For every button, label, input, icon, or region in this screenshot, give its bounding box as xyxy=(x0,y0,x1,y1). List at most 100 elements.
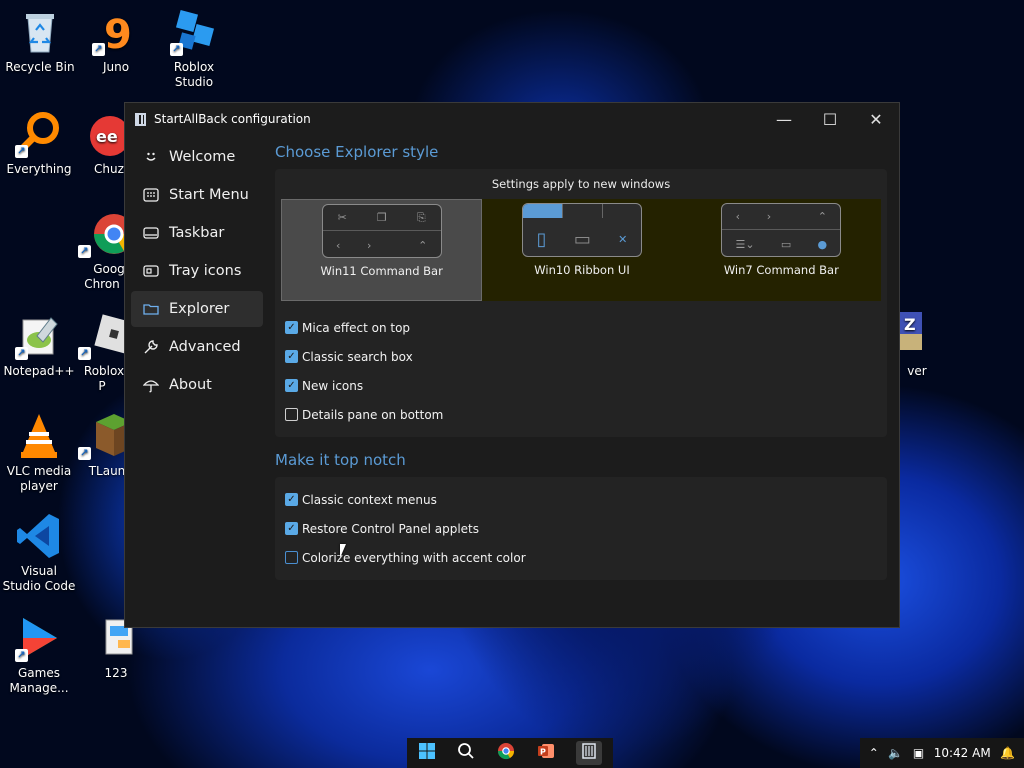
startallback-icon[interactable] xyxy=(576,741,603,765)
nav-item-explorer[interactable]: Explorer xyxy=(131,291,263,327)
section-title-explorer-style: Choose Explorer style xyxy=(275,143,439,161)
tlauncher-icon: ↗ xyxy=(78,412,126,460)
games-manager-icon: ↗ xyxy=(15,614,63,662)
desktop-icon-label: Roblox Studio xyxy=(173,60,215,89)
style-option-win10[interactable]: ▯ ▭ ✕ Win10 Ribbon UI xyxy=(482,199,681,301)
tray-icon xyxy=(143,263,159,279)
checkbox-checked-icon[interactable]: ✓ xyxy=(285,350,298,363)
desktop-icon-label: Notepad++ xyxy=(3,364,75,378)
checkbox-restore-control-panel[interactable]: ✓ Restore Control Panel applets xyxy=(285,514,879,543)
notification-bell-icon[interactable]: 🔔 xyxy=(1000,746,1015,760)
nav-item-label: Advanced xyxy=(169,339,241,355)
checkbox-classic-context-menus[interactable]: ✓ Classic context menus xyxy=(285,485,879,514)
minimize-button[interactable]: — xyxy=(761,103,807,135)
windows-start-icon[interactable] xyxy=(418,742,436,764)
desktop-icon-label: 123 xyxy=(104,666,128,680)
svg-text:Z: Z xyxy=(904,315,916,334)
win10-preview-image: ▯ ▭ ✕ xyxy=(521,203,642,257)
volume-icon[interactable]: 🔈 xyxy=(888,746,903,760)
folder-icon xyxy=(143,301,159,317)
maximize-button[interactable]: ☐ xyxy=(807,103,853,135)
chrome-icon: ↗ xyxy=(78,210,126,258)
panel-subtitle: Settings apply to new windows xyxy=(491,177,671,191)
desktop-icon-juno[interactable]: 9 ↗ Juno xyxy=(78,8,154,75)
desktop-icon-chuz[interactable]: ee Chuz xyxy=(78,110,126,177)
desktop-icon-vlc[interactable]: VLC media player xyxy=(1,412,77,494)
chevron-up-icon[interactable]: ⌃ xyxy=(869,746,879,760)
checkbox-checked-icon[interactable]: ✓ xyxy=(285,321,298,334)
checkbox-unchecked-icon[interactable] xyxy=(285,551,298,564)
vscode-icon xyxy=(15,512,63,560)
style-option-win7[interactable]: ‹ › ⌃ ☰⌄ ▭ ● Win7 Command Bar xyxy=(682,199,881,301)
sidebar-nav: Welcome Start Menu Taskbar Tray icons Ex… xyxy=(131,139,263,405)
nav-item-start-menu[interactable]: Start Menu xyxy=(131,177,263,213)
nav-item-tray-icons[interactable]: Tray icons xyxy=(131,253,263,289)
nav-item-welcome[interactable]: Welcome xyxy=(131,139,263,175)
powerpoint-icon[interactable]: P xyxy=(537,742,555,764)
win7-preview-image: ‹ › ⌃ ☰⌄ ▭ ● xyxy=(721,203,842,257)
chuz-icon: ee xyxy=(78,110,126,158)
explorer-settings-content: Choose Explorer style Settings apply to … xyxy=(275,143,887,594)
app-icon: Z xyxy=(900,312,924,360)
desktop-icon-recycle-bin[interactable]: Recycle Bin xyxy=(2,8,78,75)
style-option-label: Win11 Command Bar xyxy=(320,264,443,278)
desktop-icon-vscode[interactable]: Visual Studio Code xyxy=(1,512,77,594)
style-option-win11[interactable]: ✂ ❐ ⎘ ‹ › ⌃ Win11 Command Bar xyxy=(281,199,483,301)
checkbox-checked-icon[interactable]: ✓ xyxy=(285,493,298,506)
desktop-icon-label: Chuz xyxy=(94,162,124,176)
desktop-icon-label: Juno xyxy=(102,60,130,74)
checkbox-classic-search-box[interactable]: ✓ Classic search box xyxy=(285,342,879,371)
win11-preview-image: ✂ ❐ ⎘ ‹ › ⌃ xyxy=(321,204,442,258)
checkbox-label: Restore Control Panel applets xyxy=(302,521,479,536)
search-icon[interactable] xyxy=(457,742,475,764)
nav-item-advanced[interactable]: Advanced xyxy=(131,329,263,365)
svg-text:9: 9 xyxy=(104,12,132,56)
desktop-icon-chrome[interactable]: ↗ Goog Chron xyxy=(78,210,126,292)
top-notch-checkboxes: ✓ Classic context menus ✓ Restore Contro… xyxy=(283,483,879,572)
clock[interactable]: 10:42 AM xyxy=(934,746,991,760)
checkbox-label: Classic context menus xyxy=(302,492,437,507)
desktop-icon-label: Roblox P xyxy=(83,364,125,393)
desktop-icon-everything[interactable]: ↗ Everything xyxy=(1,110,77,177)
style-option-label: Win7 Command Bar xyxy=(723,263,839,277)
chrome-icon[interactable] xyxy=(497,742,515,764)
desktop-icon-label: Recycle Bin xyxy=(5,60,75,74)
svg-text:ee: ee xyxy=(96,127,118,146)
style-option-label: Win10 Ribbon UI xyxy=(534,263,630,277)
desktop-icon-app[interactable]: Z ver xyxy=(900,312,940,379)
checkbox-mica-effect[interactable]: ✓ Mica effect on top xyxy=(285,313,879,342)
checkbox-new-icons[interactable]: ✓ New icons xyxy=(285,371,879,400)
checkbox-details-pane-bottom[interactable]: Details pane on bottom xyxy=(285,400,879,429)
nav-item-label: Taskbar xyxy=(169,225,225,241)
taskbar: P ⌃ 🔈 ▣ 10:42 AM 🔔 xyxy=(0,738,1024,768)
desktop-icon-label: Games Manage... xyxy=(9,666,69,695)
nav-item-about[interactable]: About xyxy=(131,367,263,403)
desktop-icon-label: Visual Studio Code xyxy=(2,564,76,593)
section-title-top-notch: Make it top notch xyxy=(275,451,406,469)
juno-icon: 9 ↗ xyxy=(92,8,140,58)
desktop-icon-roblox-player[interactable]: ↗ Roblox P xyxy=(78,312,126,394)
checkbox-unchecked-icon[interactable] xyxy=(285,408,298,421)
nav-item-label: Explorer xyxy=(169,301,230,317)
nav-item-taskbar[interactable]: Taskbar xyxy=(131,215,263,251)
network-icon[interactable]: ▣ xyxy=(913,746,924,760)
startallback-config-window: StartAllBack configuration — ☐ ✕ Welcome… xyxy=(124,102,900,628)
start-menu-icon xyxy=(143,187,159,203)
window-title: StartAllBack configuration xyxy=(154,112,311,126)
close-button[interactable]: ✕ xyxy=(853,103,899,135)
nav-item-label: Tray icons xyxy=(169,263,242,279)
title-bar[interactable]: StartAllBack configuration — ☐ ✕ xyxy=(125,103,899,135)
desktop-icon-notepad-plus-plus[interactable]: ↗ Notepad++ xyxy=(1,312,77,379)
desktop-icon-tlauncher[interactable]: ↗ TLaun xyxy=(78,412,126,479)
checkbox-checked-icon[interactable]: ✓ xyxy=(285,522,298,535)
desktop-icon-roblox-studio[interactable]: ↗ Roblox Studio xyxy=(156,8,232,90)
vlc-icon xyxy=(15,412,63,460)
checkbox-colorize-accent[interactable]: Colorize everything with accent color xyxy=(285,543,879,572)
explorer-style-options: ✂ ❐ ⎘ ‹ › ⌃ Win11 Command Bar ▯ ▭ ✕ Win10 Ribb… xyxy=(281,199,881,301)
checkbox-label: Classic search box xyxy=(302,349,413,364)
explorer-style-panel: Settings apply to new windows ✂ ❐ ⎘ ‹ › ⌃ Wi… xyxy=(275,169,887,437)
wrench-icon xyxy=(143,339,159,355)
desktop-icon-games-manager[interactable]: ↗ Games Manage... xyxy=(1,614,77,696)
checkbox-checked-icon[interactable]: ✓ xyxy=(285,379,298,392)
explorer-style-checkboxes: ✓ Mica effect on top ✓ Classic search bo… xyxy=(283,301,879,429)
